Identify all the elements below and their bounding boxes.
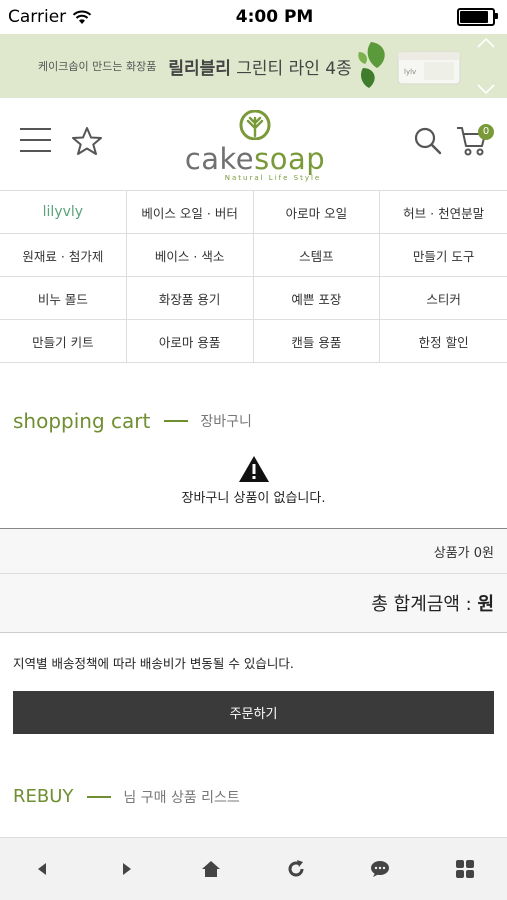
category-lilyvly[interactable]: lilyvly (0, 191, 127, 234)
logo-tagline: Natural Life Style (224, 174, 322, 182)
category-item[interactable]: 아로마 오일 (253, 191, 381, 234)
chevron-up-icon[interactable] (477, 38, 495, 48)
category-item[interactable]: 베이스 오일 · 버터 (126, 191, 254, 234)
empty-cart: 장바구니 상품이 없습니다. (0, 455, 507, 506)
order-button[interactable]: 주문하기 (13, 691, 494, 734)
category-item[interactable]: 아로마 용품 (127, 320, 254, 362)
svg-text:lylv: lylv (404, 68, 416, 76)
product-jar-image: lylv (397, 51, 461, 85)
cart-section-title: shopping cart 장바구니 (0, 409, 507, 433)
refresh-icon[interactable] (276, 849, 316, 889)
total-value: 원 (477, 594, 494, 615)
title-divider (164, 420, 189, 422)
rebuy-title-en: REBUY (13, 786, 74, 807)
warning-icon (238, 456, 269, 482)
cart-title-en: shopping cart (13, 409, 151, 433)
back-icon[interactable] (22, 849, 62, 889)
battery-icon (456, 8, 498, 26)
carrier-label: Carrier (8, 7, 67, 27)
logo-leaf-icon (239, 110, 271, 140)
category-item[interactable]: 예쁜 포장 (253, 277, 381, 320)
chevron-down-icon[interactable] (477, 84, 495, 94)
banner-arrows (475, 38, 497, 94)
category-item[interactable]: 베이스 · 색소 (126, 234, 254, 277)
site-header: cakesoap Natural Life Style 0 (0, 98, 507, 191)
chat-icon[interactable] (360, 849, 400, 889)
banner-product-line: 그린티 라인 4종 (236, 58, 352, 79)
category-item[interactable]: 허브 · 천연분말 (380, 191, 507, 234)
total-row: 총 합계금액 : 원 (0, 574, 507, 633)
subtotal-row: 상품가 0원 (0, 529, 507, 574)
category-item[interactable]: 화장품 용기 (126, 277, 254, 320)
green-leaf-icon (358, 42, 385, 88)
total-label: 총 합계금액 : (371, 594, 472, 615)
logo-wordmark: cakesoap (184, 142, 326, 176)
promo-banner[interactable]: 케이크솝이 만드는 화장품 릴리블리 그린티 라인 4종 lylv (0, 34, 507, 98)
category-grid: lilyvly 베이스 오일 · 버터 아로마 오일 허브 · 천연분말 원재료… (0, 191, 507, 363)
category-item[interactable]: 원재료 · 첨가제 (0, 234, 127, 277)
category-item[interactable]: 스템프 (253, 234, 381, 277)
star-icon[interactable] (71, 126, 103, 156)
category-item[interactable]: 캔들 용품 (254, 320, 381, 362)
forward-icon[interactable] (107, 849, 147, 889)
cart-title-ko: 장바구니 (200, 414, 252, 430)
search-icon[interactable] (413, 126, 443, 156)
category-item[interactable]: 만들기 도구 (380, 234, 507, 277)
shipping-notice: 지역별 배송정책에 따라 배송비가 변동될 수 있습니다. (13, 656, 294, 671)
wifi-icon (72, 10, 92, 24)
category-item[interactable]: 만들기 키트 (0, 320, 127, 362)
clock: 4:00 PM (235, 7, 314, 27)
cakesoap-logo[interactable]: cakesoap Natural Life Style (183, 110, 327, 182)
rebuy-title-ko: 님 구매 상품 리스트 (123, 789, 240, 806)
cart-summary: 상품가 0원 총 합계금액 : 원 (0, 528, 507, 633)
bottom-toolbar (0, 837, 507, 900)
banner-headline: 릴리블리 그린티 라인 4종 (168, 54, 351, 79)
grid-menu-icon[interactable] (445, 849, 485, 889)
cart-count-badge: 0 (478, 124, 494, 140)
category-item[interactable]: 스티커 (380, 277, 507, 320)
banner-brand: 릴리블리 (168, 58, 231, 79)
empty-cart-message: 장바구니 상품이 없습니다. (181, 491, 326, 506)
menu-icon[interactable] (20, 128, 51, 152)
category-item[interactable]: 한정 할인 (380, 320, 507, 362)
subtotal-text: 상품가 0원 (433, 545, 494, 561)
category-item[interactable]: 비누 몰드 (0, 277, 127, 320)
title-divider (87, 795, 112, 798)
rebuy-section-title: REBUY 님 구매 상품 리스트 (0, 786, 507, 807)
home-icon[interactable] (191, 849, 231, 889)
banner-tagline: 케이크솝이 만드는 화장품 (38, 60, 157, 73)
status-bar: Carrier 4:00 PM (0, 0, 507, 34)
